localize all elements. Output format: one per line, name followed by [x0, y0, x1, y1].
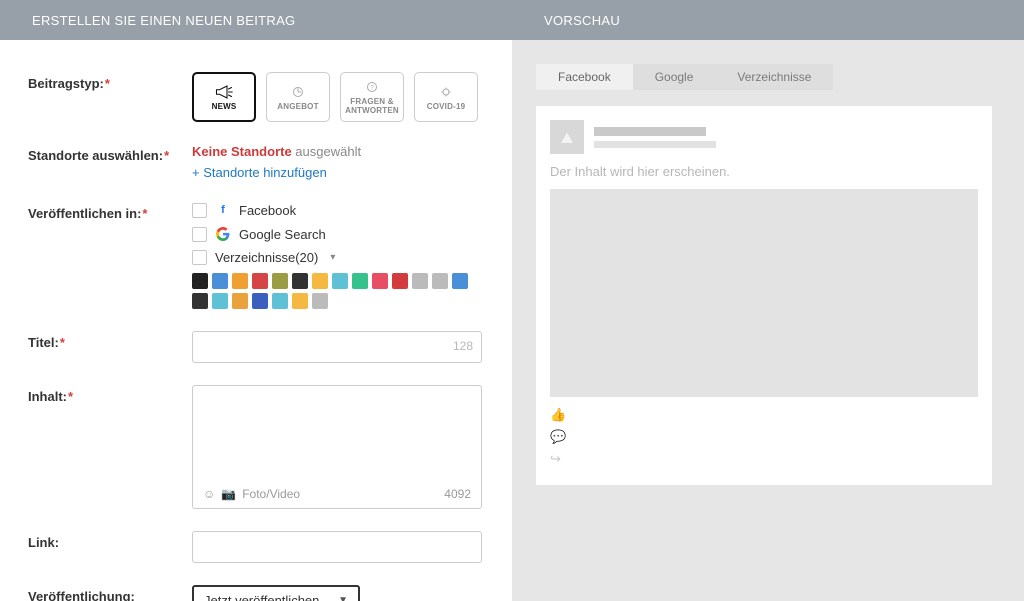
label-publication: Veröffentlichung: [28, 585, 192, 601]
directory-icon [252, 273, 268, 289]
directory-icon [312, 273, 328, 289]
locations-none-text: Keine Standorte ausgewählt [192, 144, 484, 159]
add-locations-link[interactable]: + Standorte hinzufügen [192, 165, 484, 180]
directory-icon [292, 273, 308, 289]
chevron-down-icon: ▾ [330, 252, 335, 263]
directory-icon [412, 273, 428, 289]
preview-pane: Facebook Google Verzeichnisse Der Inhalt… [512, 40, 1024, 601]
header-title-right: VORSCHAU [512, 13, 620, 28]
publish-google-label: Google Search [239, 227, 326, 242]
google-icon [215, 226, 231, 242]
comment-icon: 💬 [550, 429, 978, 445]
svg-text:?: ? [370, 85, 374, 91]
share-icon: ↪ [550, 451, 978, 467]
megaphone-icon [215, 85, 233, 99]
post-type-qa[interactable]: ? FRAGEN & ANTWORTEN [340, 72, 404, 122]
facebook-icon: f [215, 202, 231, 218]
title-char-count: 128 [453, 339, 473, 353]
meta-placeholder-bar [594, 141, 716, 148]
directory-icon [192, 293, 208, 309]
emoji-icon[interactable]: ☺ [203, 487, 215, 501]
label-publish-in: Veröffentlichen in:* [28, 202, 192, 309]
publish-directories-row[interactable]: Verzeichnisse(20) ▾ [192, 250, 484, 265]
camera-icon[interactable]: 📷 [221, 487, 236, 501]
page-header: ERSTELLEN SIE EINEN NEUEN BEITRAG VORSCH… [0, 0, 1024, 40]
directory-icons-grid [192, 273, 484, 309]
label-post-type: Beitragstyp:* [28, 72, 192, 122]
directory-icon [272, 293, 288, 309]
post-type-news[interactable]: NEWS [192, 72, 256, 122]
publish-directories-label: Verzeichnisse(20) [215, 250, 318, 265]
publish-google-row: Google Search [192, 226, 484, 242]
post-type-offer[interactable]: ANGEBOT [266, 72, 330, 122]
publication-selected: Jetzt veröffentlichen [204, 593, 319, 601]
avatar-placeholder [550, 120, 584, 154]
media-label: Foto/Video [242, 487, 300, 501]
label-content: Inhalt:* [28, 385, 192, 509]
content-char-count: 4092 [444, 487, 471, 501]
directory-icon [432, 273, 448, 289]
directory-icon [212, 273, 228, 289]
tab-facebook[interactable]: Facebook [536, 64, 633, 90]
checkbox-facebook[interactable] [192, 203, 207, 218]
directory-icon [312, 293, 328, 309]
header-title-left: ERSTELLEN SIE EINEN NEUEN BEITRAG [0, 13, 512, 28]
preview-card: Der Inhalt wird hier erscheinen. 👍 💬 ↪ [536, 106, 992, 485]
publish-facebook-label: Facebook [239, 203, 296, 218]
directory-icon [232, 293, 248, 309]
directory-icon [372, 273, 388, 289]
directory-icon [392, 273, 408, 289]
tab-google[interactable]: Google [633, 64, 716, 90]
preview-image-placeholder [550, 189, 978, 397]
directory-icon [212, 293, 228, 309]
tab-directories[interactable]: Verzeichnisse [715, 64, 833, 90]
checkbox-google[interactable] [192, 227, 207, 242]
label-link: Link: [28, 531, 192, 563]
preview-tabs: Facebook Google Verzeichnisse [536, 64, 992, 90]
title-input[interactable]: 128 [192, 331, 482, 363]
preview-actions: 👍 💬 ↪ [550, 407, 978, 467]
virus-icon [437, 85, 455, 99]
chevron-down-icon: ▼ [338, 595, 348, 601]
create-post-form: Beitragstyp:* NEWS ANGEBOT ? FRAGEN & AN… [0, 40, 512, 601]
name-placeholder-bar [594, 127, 706, 136]
like-icon: 👍 [550, 407, 978, 423]
checkbox-directories[interactable] [192, 250, 207, 265]
directory-icon [292, 293, 308, 309]
directory-icon [452, 273, 468, 289]
content-textarea[interactable]: ☺ 📷 Foto/Video 4092 [192, 385, 482, 509]
directory-icon [272, 273, 288, 289]
publication-select[interactable]: Jetzt veröffentlichen ▼ [192, 585, 360, 601]
post-type-covid[interactable]: COVID-19 [414, 72, 478, 122]
directory-icon [232, 273, 248, 289]
link-input[interactable] [192, 531, 482, 563]
label-locations: Standorte auswählen:* [28, 144, 192, 180]
directory-icon [252, 293, 268, 309]
question-icon: ? [363, 80, 381, 94]
directory-icon [192, 273, 208, 289]
label-title: Titel:* [28, 331, 192, 363]
directory-icon [352, 273, 368, 289]
tag-icon [289, 85, 307, 99]
directory-icon [332, 273, 348, 289]
preview-placeholder-text: Der Inhalt wird hier erscheinen. [550, 164, 978, 179]
publish-facebook-row: f Facebook [192, 202, 484, 218]
